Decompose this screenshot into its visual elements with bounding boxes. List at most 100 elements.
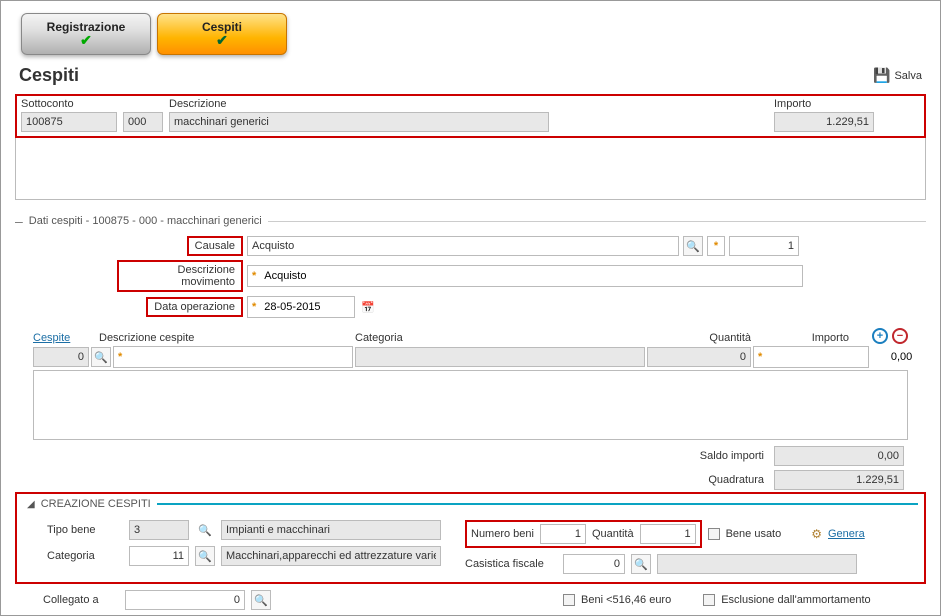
esclusione-checkbox[interactable] [703, 594, 715, 606]
required-marker: * [248, 301, 260, 313]
cc-grid: Tipo bene 🔍 Categoria 🔍 Numero beni [23, 520, 918, 574]
collapse-icon[interactable]: – [15, 214, 23, 228]
cell-categoria[interactable] [355, 347, 645, 367]
descr-movimento-wrapper: * [247, 265, 803, 287]
categoria-n[interactable] [129, 546, 189, 566]
remove-row-icon[interactable]: − [892, 328, 908, 344]
required-marker: * [114, 351, 126, 363]
label-descr-movimento: Descrizione movimento [117, 260, 243, 292]
sottoconto-sub-input[interactable] [123, 112, 163, 132]
top-section: Sottoconto Descrizione Importo [15, 94, 926, 138]
label-data-operazione: Data operazione [146, 297, 243, 317]
label-esclusione: Esclusione dall'ammortamento [721, 594, 870, 606]
row-data-operazione: Data operazione * 📅 [117, 296, 928, 318]
importo-input[interactable] [774, 112, 874, 132]
cell-importo-wrapper: * [753, 346, 869, 368]
label-saldo: Saldo importi [664, 450, 764, 462]
descr-movimento-input[interactable] [260, 267, 802, 285]
descrizione-input[interactable] [169, 112, 549, 132]
row-casistica: Casistica fiscale 🔍 [465, 554, 865, 574]
save-icon: 💾 [873, 67, 890, 84]
genera-link[interactable]: Genera [828, 528, 865, 540]
tab-registrazione[interactable]: Registrazione ✔ [21, 13, 151, 55]
row-numero-beni: Numero beni Quantità Bene usato ⚙ Genera [465, 520, 865, 548]
tab-cespiti[interactable]: Cespiti ✔ [157, 13, 287, 55]
search-icon[interactable]: 🔍 [631, 554, 651, 574]
add-row-icon[interactable]: + [872, 328, 888, 344]
gear-icon: ⚙ [811, 527, 822, 541]
row-quadratura: Quadratura [664, 470, 904, 490]
label-collegato: Collegato a [43, 594, 119, 606]
row-causale: Causale 🔍 * [117, 236, 928, 256]
app-frame: Registrazione ✔ Cespiti ✔ Cespiti 💾 Salv… [0, 0, 941, 616]
top-empty-area [15, 138, 926, 200]
section-dati-cespiti: – Dati cespiti - 100875 - 000 - macchina… [15, 214, 926, 228]
cc-right: Numero beni Quantità Bene usato ⚙ Genera… [465, 520, 865, 574]
categoria-descr [221, 546, 441, 566]
cell-cespite[interactable] [33, 347, 89, 367]
save-label: Salva [894, 70, 922, 82]
beni-516-checkbox[interactable] [563, 594, 575, 606]
col-categoria: Categoria [355, 332, 645, 344]
search-icon[interactable]: 🔍 [195, 546, 215, 566]
cc-heading: ◢ CREAZIONE CESPITI [27, 498, 918, 510]
row-categoria: Categoria 🔍 [47, 546, 441, 566]
cell-quantita[interactable] [647, 347, 751, 367]
save-button[interactable]: 💾 Salva [873, 67, 922, 84]
calendar-icon[interactable]: 📅 [359, 298, 377, 316]
required-marker: * [248, 270, 260, 282]
tipo-bene-descr [221, 520, 441, 540]
title-row: Cespiti 💾 Salva [19, 65, 922, 86]
grid-row-0: 🔍 * * [33, 346, 908, 368]
numero-beni-group: Numero beni Quantità [465, 520, 702, 548]
quantita-input[interactable] [640, 524, 696, 544]
search-icon[interactable]: 🔍 [91, 347, 111, 367]
causale-num-input[interactable] [729, 236, 799, 256]
data-operazione-input[interactable] [260, 298, 336, 316]
divider [157, 503, 918, 505]
check-icon: ✔ [80, 32, 92, 49]
required-marker: * [754, 351, 766, 363]
label-quantita: Quantità [592, 528, 634, 540]
search-icon[interactable]: 🔍 [251, 590, 271, 610]
causale-input[interactable] [247, 236, 679, 256]
saldo-value [774, 446, 904, 466]
label-tipo-bene: Tipo bene [47, 524, 123, 536]
bene-usato-checkbox[interactable] [708, 528, 720, 540]
row-saldo: Saldo importi [664, 446, 904, 466]
grid-empty-area [33, 370, 908, 440]
quadratura-value [774, 470, 904, 490]
row-descr-movimento: Descrizione movimento * [117, 260, 928, 292]
cell-importo[interactable] [766, 348, 916, 366]
col-cespite[interactable]: Cespite [33, 332, 89, 344]
search-icon[interactable]: 🔍 [195, 520, 215, 540]
row-tipo-bene: Tipo bene 🔍 [47, 520, 441, 540]
tabs: Registrazione ✔ Cespiti ✔ [21, 13, 928, 55]
collegato-n[interactable] [125, 590, 245, 610]
check-warn-icon: ✔ [216, 32, 228, 49]
casistica-n[interactable] [563, 554, 625, 574]
sottoconto-input[interactable] [21, 112, 117, 132]
label-casistica: Casistica fiscale [465, 558, 557, 570]
mid-fields: Causale 🔍 * Descrizione movimento * Data… [117, 236, 928, 318]
header-sottoconto: Sottoconto [21, 98, 117, 110]
tipo-bene-n [129, 520, 189, 540]
collapse-triangle-icon[interactable]: ◢ [27, 499, 35, 510]
casistica-descr [657, 554, 857, 574]
top-row [21, 112, 920, 132]
cc-heading-text: CREAZIONE CESPITI [41, 498, 151, 510]
search-icon[interactable]: 🔍 [683, 236, 703, 256]
row-collegato: Collegato a 🔍 Beni <516,46 euro Esclusio… [43, 590, 928, 610]
divider [268, 221, 926, 222]
label-beni-516: Beni <516,46 euro [581, 594, 671, 606]
label-quadratura: Quadratura [664, 474, 764, 486]
col-importo: Importo [753, 332, 849, 344]
label-categoria: Categoria [47, 550, 123, 562]
cc-left: Tipo bene 🔍 Categoria 🔍 [47, 520, 441, 566]
creazione-cespiti-section: ◢ CREAZIONE CESPITI Tipo bene 🔍 Categori… [15, 492, 926, 584]
cell-descr[interactable] [126, 348, 352, 366]
section-label: Dati cespiti - 100875 - 000 - macchinari… [29, 215, 262, 227]
numero-beni-input[interactable] [540, 524, 586, 544]
totals: Saldo importi Quadratura [13, 446, 904, 490]
col-quantita: Quantità [647, 332, 751, 344]
